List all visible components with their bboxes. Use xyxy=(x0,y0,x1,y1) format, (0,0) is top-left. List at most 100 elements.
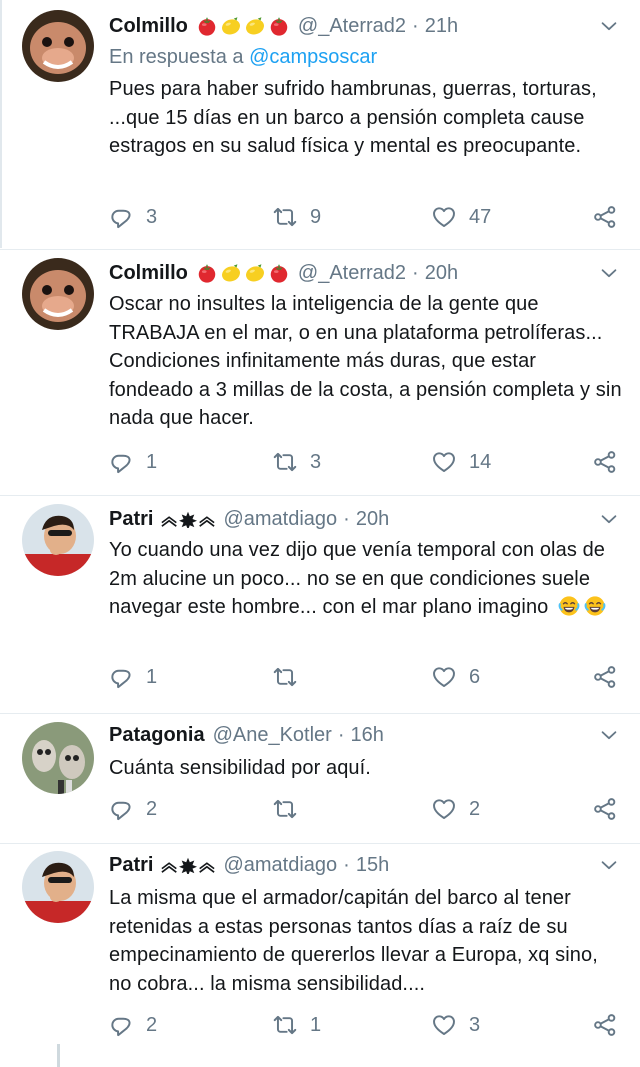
share-icon xyxy=(592,1012,618,1038)
timestamp[interactable]: 15h xyxy=(356,854,389,877)
share-icon xyxy=(592,449,618,475)
retweet-button[interactable] xyxy=(272,794,310,824)
tweet-text: Yo cuando una vez dijo que venía tempora… xyxy=(109,536,624,622)
tweet-text: Pues para haber sufrido hambrunas, guerr… xyxy=(109,78,597,157)
retweet-icon xyxy=(272,796,298,822)
like-button[interactable]: 3 xyxy=(431,1010,480,1040)
user-handle[interactable]: @amatdiago xyxy=(223,854,337,877)
chevron-down-icon[interactable] xyxy=(598,508,620,530)
tweet[interactable]: Colmillo @_Aterrad2 · 21h En respuesta a… xyxy=(0,0,640,250)
chevron-down-icon[interactable] xyxy=(598,854,620,876)
tweet[interactable]: Patri @amatdiago · 20h Yo cuando una vez… xyxy=(0,496,640,714)
reply-prefix: En respuesta a xyxy=(109,46,244,68)
tweet-text: Cuánta sensibilidad por aquí. xyxy=(109,757,371,779)
user-handle[interactable]: @_Aterrad2 xyxy=(298,262,406,285)
avatar[interactable] xyxy=(22,722,94,794)
reply-icon xyxy=(108,449,134,475)
display-name[interactable]: Patagonia xyxy=(109,724,205,747)
share-button[interactable] xyxy=(592,1010,618,1040)
reply-button[interactable]: 2 xyxy=(108,794,157,824)
user-handle[interactable]: @Ane_Kotler xyxy=(213,724,332,747)
retweet-count: 1 xyxy=(310,1013,322,1036)
tomato-icon xyxy=(268,262,290,284)
like-count: 14 xyxy=(469,450,492,473)
timestamp[interactable]: 20h xyxy=(425,262,458,285)
tears-of-joy-emoji xyxy=(584,595,606,617)
display-name[interactable]: Colmillo xyxy=(109,262,188,285)
retweet-button[interactable]: 9 xyxy=(272,202,321,232)
display-name[interactable]: Patri xyxy=(109,854,153,877)
reply-mention-link[interactable]: @campsoscar xyxy=(249,46,377,68)
chevron-down-icon[interactable] xyxy=(598,724,620,746)
timestamp[interactable]: 21h xyxy=(425,15,458,38)
reply-button[interactable]: 3 xyxy=(108,202,157,232)
share-icon xyxy=(592,796,618,822)
heart-icon xyxy=(431,449,457,475)
reply-icon xyxy=(108,1012,134,1038)
heart-icon xyxy=(431,204,457,230)
tomato-icon xyxy=(196,262,218,284)
reply-icon xyxy=(108,664,134,690)
reply-button[interactable]: 2 xyxy=(108,1010,157,1040)
rank-insignia-icon xyxy=(161,510,215,528)
reply-count: 2 xyxy=(146,1013,158,1036)
retweet-icon xyxy=(272,1012,298,1038)
separator-dot: · xyxy=(412,14,419,37)
avatar[interactable] xyxy=(22,851,94,923)
lemon-icon xyxy=(244,262,266,284)
avatar[interactable] xyxy=(22,258,94,330)
reply-count: 3 xyxy=(146,205,158,228)
retweet-icon xyxy=(272,664,298,690)
share-button[interactable] xyxy=(592,202,618,232)
display-name[interactable]: Patri xyxy=(109,508,153,531)
tweet-actions: 2 2 xyxy=(108,794,620,824)
retweet-button[interactable]: 3 xyxy=(272,447,321,477)
avatar[interactable] xyxy=(22,10,94,82)
timestamp[interactable]: 16h xyxy=(351,724,384,747)
tweet-text: La misma que el armador/capitán del barc… xyxy=(109,887,598,995)
separator-dot: · xyxy=(412,261,419,284)
tweet[interactable]: Patagonia @Ane_Kotler · 16h Cuánta sensi… xyxy=(0,714,640,844)
reply-button[interactable]: 1 xyxy=(108,447,157,477)
heart-icon xyxy=(431,796,457,822)
retweet-count: 3 xyxy=(310,450,322,473)
tweet-actions: 1 6 xyxy=(108,662,620,692)
like-button[interactable]: 14 xyxy=(431,447,491,477)
retweet-icon xyxy=(272,204,298,230)
share-button[interactable] xyxy=(592,447,618,477)
user-handle[interactable]: @_Aterrad2 xyxy=(298,15,406,38)
tweet-text: Oscar no insultes la inteligencia de la … xyxy=(109,293,622,429)
reply-count: 1 xyxy=(146,450,158,473)
rank-insignia-icon xyxy=(161,856,215,874)
chevron-down-icon[interactable] xyxy=(598,262,620,284)
tweet[interactable]: Patri @amatdiago · 15h La misma que el a… xyxy=(0,844,640,1067)
chevron-down-icon[interactable] xyxy=(598,15,620,37)
retweet-button[interactable] xyxy=(272,662,310,692)
name-emojis xyxy=(196,15,290,37)
like-button[interactable]: 47 xyxy=(431,202,491,232)
user-handle[interactable]: @amatdiago xyxy=(223,508,337,531)
tweet[interactable]: Colmillo @_Aterrad2 · 20h Oscar no insul… xyxy=(0,250,640,496)
like-count: 47 xyxy=(469,205,492,228)
like-button[interactable]: 2 xyxy=(431,794,480,824)
like-count: 6 xyxy=(469,665,481,688)
lemon-icon xyxy=(220,15,242,37)
tweet-actions: 1 3 14 xyxy=(108,447,620,477)
tomato-icon xyxy=(268,15,290,37)
share-button[interactable] xyxy=(592,794,618,824)
reply-button[interactable]: 1 xyxy=(108,662,157,692)
avatar[interactable] xyxy=(22,504,94,576)
display-name[interactable]: Colmillo xyxy=(109,15,188,38)
like-button[interactable]: 6 xyxy=(431,662,480,692)
reply-count: 2 xyxy=(146,797,158,820)
like-count: 3 xyxy=(469,1013,481,1036)
lemon-icon xyxy=(244,15,266,37)
retweet-button[interactable]: 1 xyxy=(272,1010,321,1040)
tomato-icon xyxy=(196,15,218,37)
name-emojis xyxy=(196,262,290,284)
timestamp[interactable]: 20h xyxy=(356,508,389,531)
separator-dot: · xyxy=(337,723,345,746)
separator-dot: · xyxy=(343,853,350,876)
share-button[interactable] xyxy=(592,662,618,692)
heart-icon xyxy=(431,1012,457,1038)
